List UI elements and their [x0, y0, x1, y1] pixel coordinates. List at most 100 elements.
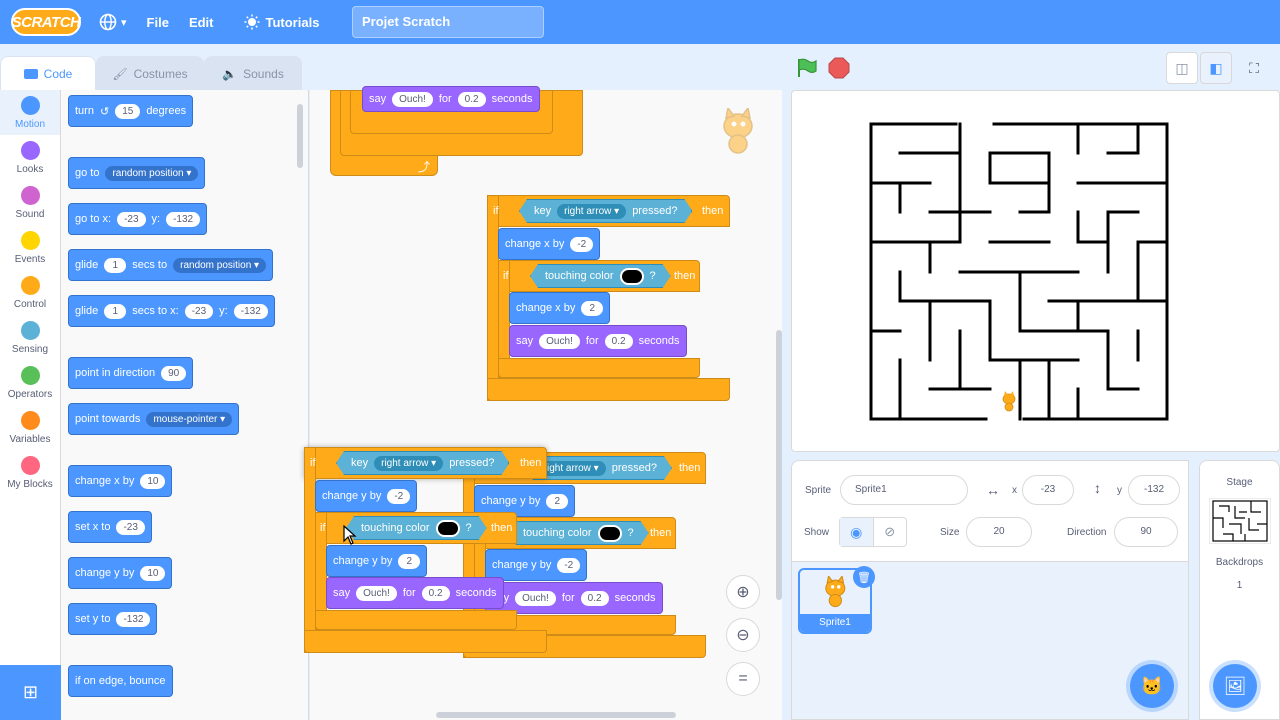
sprite-name-field[interactable]: Sprite1 — [840, 475, 968, 505]
size-field[interactable]: 20 — [966, 517, 1032, 547]
category-events[interactable]: Events — [0, 225, 60, 270]
tab-code[interactable]: Code — [0, 56, 96, 90]
block-input[interactable]: 2 — [581, 300, 604, 316]
block-input[interactable]: -23 — [116, 519, 145, 535]
small-stage-button[interactable]: ◫ — [1166, 52, 1198, 84]
block-dropdown[interactable]: random position ▾ — [173, 257, 267, 273]
touching-color-block[interactable]: touching color ? — [530, 264, 671, 288]
palette-scrollbar[interactable] — [297, 104, 303, 168]
script-horizontal-scrollbar[interactable] — [436, 712, 676, 718]
block-input[interactable]: -132 — [233, 303, 268, 319]
add-extension-button[interactable]: ⊞ — [0, 665, 61, 720]
say-block[interactable]: say Ouch! for 0.2 seconds — [326, 577, 504, 609]
go-to-block[interactable]: go to random position ▾ — [68, 157, 206, 189]
block-input[interactable]: Ouch! — [356, 585, 397, 601]
block-input[interactable]: 2 — [546, 493, 569, 509]
say-block[interactable]: say Ouch! for 0.2 seconds — [362, 86, 540, 112]
change-y-block[interactable]: change y by 10 — [68, 557, 173, 589]
key-pressed-block[interactable]: key right arrow ▾ pressed? — [336, 451, 509, 475]
block-input[interactable]: 10 — [140, 473, 166, 489]
block-input[interactable]: -2 — [387, 488, 411, 504]
x-position-field[interactable]: -23 — [1022, 475, 1074, 505]
y-position-field[interactable]: -132 — [1128, 475, 1180, 505]
touching-color-block[interactable]: touching color ? — [508, 521, 649, 545]
go-to-xy-block[interactable]: go to x: -23 y: -132 — [68, 203, 208, 235]
choose-sprite-button[interactable]: 🐱 — [1130, 664, 1174, 708]
block-dropdown[interactable]: right arrow ▾ — [374, 456, 443, 471]
normal-stage-button[interactable]: ◧ — [1200, 52, 1232, 84]
block-input[interactable]: -132 — [116, 611, 151, 627]
block-input[interactable]: 0.2 — [580, 590, 609, 606]
category-operators[interactable]: Operators — [0, 360, 60, 405]
block-input[interactable]: -2 — [557, 557, 581, 573]
block-input[interactable]: Ouch! — [539, 333, 580, 349]
set-y-block[interactable]: set y to -132 — [68, 603, 158, 635]
block-input[interactable]: Ouch! — [515, 590, 556, 606]
block-input[interactable]: 2 — [398, 553, 421, 569]
turn-block[interactable]: turn ↺ 15 degrees — [68, 95, 194, 127]
language-menu[interactable]: ▾ — [99, 13, 127, 31]
change-x-block[interactable]: change x by -2 — [498, 228, 601, 260]
block-input[interactable]: 1 — [104, 303, 127, 319]
bounce-block[interactable]: if on edge, bounce — [68, 665, 173, 697]
color-swatch[interactable] — [598, 525, 622, 542]
block-input[interactable]: 15 — [115, 103, 141, 119]
tab-costumes[interactable]: 🖌 Costumes — [96, 56, 204, 90]
category-sound[interactable]: Sound — [0, 180, 60, 225]
block-input[interactable]: 0.2 — [604, 333, 633, 349]
block-input[interactable]: 0.2 — [421, 585, 450, 601]
block-input[interactable]: -23 — [184, 303, 214, 319]
category-motion[interactable]: Motion — [0, 90, 60, 135]
change-x-block[interactable]: change x by 10 — [68, 465, 173, 497]
color-swatch[interactable] — [620, 268, 644, 285]
category-looks[interactable]: Looks — [0, 135, 60, 180]
zoom-reset-button[interactable]: = — [726, 662, 760, 696]
block-input[interactable]: -2 — [570, 236, 594, 252]
category-sensing[interactable]: Sensing — [0, 315, 60, 360]
block-input[interactable]: 1 — [104, 257, 127, 273]
point-in-direction-block[interactable]: point in direction 90 — [68, 357, 194, 389]
stage-canvas[interactable] — [791, 90, 1280, 452]
edit-menu[interactable]: Edit — [189, 15, 214, 30]
fullscreen-button[interactable]: ⛶ — [1238, 52, 1270, 84]
show-eye-icon[interactable]: ◉ — [840, 518, 874, 546]
color-swatch[interactable] — [436, 520, 460, 537]
stop-icon[interactable] — [828, 57, 850, 79]
block-input[interactable]: 90 — [161, 365, 187, 381]
project-title-input[interactable]: Projet Scratch — [352, 6, 544, 38]
key-pressed-block[interactable]: ight arrow ▾ pressed? — [525, 456, 672, 480]
change-y-block[interactable]: change y by -2 — [315, 480, 418, 512]
hide-eye-icon[interactable]: ⊘ — [874, 518, 907, 546]
zoom-in-button[interactable]: ⊕ — [726, 575, 760, 609]
block-dropdown[interactable]: right arrow ▾ — [557, 204, 626, 219]
scratch-logo[interactable]: SCRATCH — [11, 8, 81, 36]
block-dropdown[interactable]: ight arrow ▾ — [540, 461, 606, 476]
category-my-blocks[interactable]: My Blocks — [0, 450, 60, 495]
glide-block[interactable]: glide 1 secs to random position ▾ — [68, 249, 274, 281]
block-input[interactable]: 0.2 — [457, 91, 486, 107]
touching-color-block[interactable]: touching color ? — [346, 516, 487, 540]
direction-field[interactable]: 90 — [1114, 517, 1178, 547]
change-x-block[interactable]: change x by 2 — [509, 292, 611, 324]
category-variables[interactable]: Variables — [0, 405, 60, 450]
set-x-block[interactable]: set x to -23 — [68, 511, 152, 543]
tutorials-menu[interactable]: Tutorials — [244, 14, 319, 30]
tab-sounds[interactable]: 🔈 Sounds — [204, 56, 302, 90]
block-dropdown[interactable]: random position ▾ — [105, 165, 199, 181]
point-towards-block[interactable]: point towards mouse-pointer ▾ — [68, 403, 240, 435]
key-pressed-block[interactable]: key right arrow ▾ pressed? — [519, 199, 692, 223]
script-vertical-scrollbar[interactable] — [776, 330, 782, 600]
category-control[interactable]: Control — [0, 270, 60, 315]
glide-xy-block[interactable]: glide 1 secs to x: -23 y: -132 — [68, 295, 275, 327]
change-y-block[interactable]: change y by 2 — [326, 545, 428, 577]
block-dropdown[interactable]: mouse-pointer ▾ — [146, 411, 233, 427]
block-input[interactable]: -132 — [166, 211, 201, 227]
block-input[interactable]: -23 — [117, 211, 146, 227]
say-block[interactable]: say Ouch! for 0.2 seconds — [509, 325, 687, 357]
block-input[interactable]: Ouch! — [392, 91, 433, 107]
zoom-out-button[interactable]: ⊖ — [726, 618, 760, 652]
green-flag-icon[interactable] — [796, 57, 818, 79]
delete-sprite-button[interactable]: 🗑 — [853, 566, 875, 588]
choose-backdrop-button[interactable]: 🖼 — [1213, 664, 1257, 708]
file-menu[interactable]: File — [147, 15, 169, 30]
